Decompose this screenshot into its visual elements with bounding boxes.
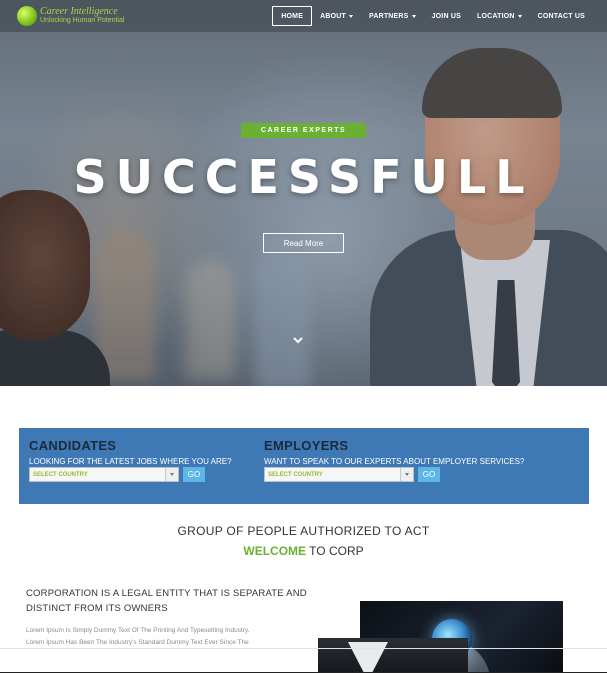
dropdown-arrow-icon: [165, 468, 178, 481]
candidates-prompt: LOOKING FOR THE LATEST JOBS WHERE YOU AR…: [29, 457, 232, 466]
top-navbar: Career Intelligence Unlocking Human Pote…: [0, 0, 607, 32]
candidates-heading: CANDIDATES: [29, 438, 117, 453]
employers-column: EMPLOYERS WANT TO SPEAK TO OUR EXPERTS A…: [264, 438, 524, 482]
nav-label: JOIN US: [431, 12, 461, 20]
candidates-column: CANDIDATES LOOKING FOR THE LATEST JOBS W…: [29, 438, 232, 482]
nav-item-join-us[interactable]: JOIN US: [424, 6, 469, 26]
read-more-button[interactable]: Read More: [263, 233, 344, 253]
hero-badge: CAREER EXPERTS: [241, 123, 366, 138]
select-value: SELECT COUNTRY: [268, 471, 323, 478]
brand-tagline: Unlocking Human Potential: [40, 17, 125, 24]
hero-title: SUCCESSFULL: [73, 150, 534, 204]
brand-name: Career Intelligence: [40, 6, 118, 17]
globe-logo-icon: [17, 6, 37, 26]
chevron-down-icon[interactable]: [292, 334, 304, 346]
job-search-panel: CANDIDATES LOOKING FOR THE LATEST JOBS W…: [19, 428, 589, 504]
employers-go-button[interactable]: GO: [418, 467, 440, 482]
nav-item-partners[interactable]: PARTNERS: [361, 6, 424, 26]
employers-heading: EMPLOYERS: [264, 438, 349, 453]
corporation-body: Lorem Ipsum Is Simply Dummy Text Of The …: [26, 625, 326, 649]
nav-label: LOCATION: [476, 12, 515, 20]
employers-country-select[interactable]: SELECT COUNTRY: [264, 467, 414, 482]
employers-prompt: WANT TO SPEAK TO OUR EXPERTS ABOUT EMPLO…: [264, 457, 525, 466]
select-value: SELECT COUNTRY: [33, 471, 88, 478]
nav-label: PARTNERS: [368, 12, 409, 20]
candidates-country-select[interactable]: SELECT COUNTRY: [29, 467, 179, 482]
nav-label: CONTACT US: [537, 12, 585, 20]
main-nav: HOME ABOUT PARTNERS JOIN US LOCATION CON…: [272, 6, 593, 26]
brand-logo[interactable]: Career Intelligence Unlocking Human Pote…: [17, 3, 127, 29]
nav-item-contact-us[interactable]: CONTACT US: [530, 6, 593, 26]
corporation-body-line: Lorem Ipsum Is Simply Dummy Text Of The …: [26, 627, 250, 634]
welcome-heading: WELCOME TO CORP: [0, 544, 607, 558]
caret-down-icon: [411, 14, 416, 18]
bottom-edge: [0, 648, 607, 673]
caret-down-icon: [517, 14, 522, 18]
dropdown-arrow-icon: [400, 468, 413, 481]
hero-banner: CAREER EXPERTS SUCCESSFULL Read More: [0, 0, 607, 386]
welcome-highlight: WELCOME: [243, 544, 307, 558]
candidates-go-button[interactable]: GO: [183, 467, 205, 482]
caret-down-icon: [348, 14, 353, 18]
nav-item-home[interactable]: HOME: [272, 6, 313, 26]
about-tagline: GROUP OF PEOPLE AUTHORIZED TO ACT: [177, 524, 430, 538]
corporation-heading: CORPORATION IS A LEGAL ENTITY THAT IS SE…: [26, 588, 307, 614]
nav-label: HOME: [281, 12, 304, 20]
welcome-rest: TO CORP: [306, 544, 364, 558]
nav-item-about[interactable]: ABOUT: [312, 6, 361, 26]
nav-item-location[interactable]: LOCATION: [469, 6, 530, 26]
nav-label: ABOUT: [320, 12, 346, 20]
